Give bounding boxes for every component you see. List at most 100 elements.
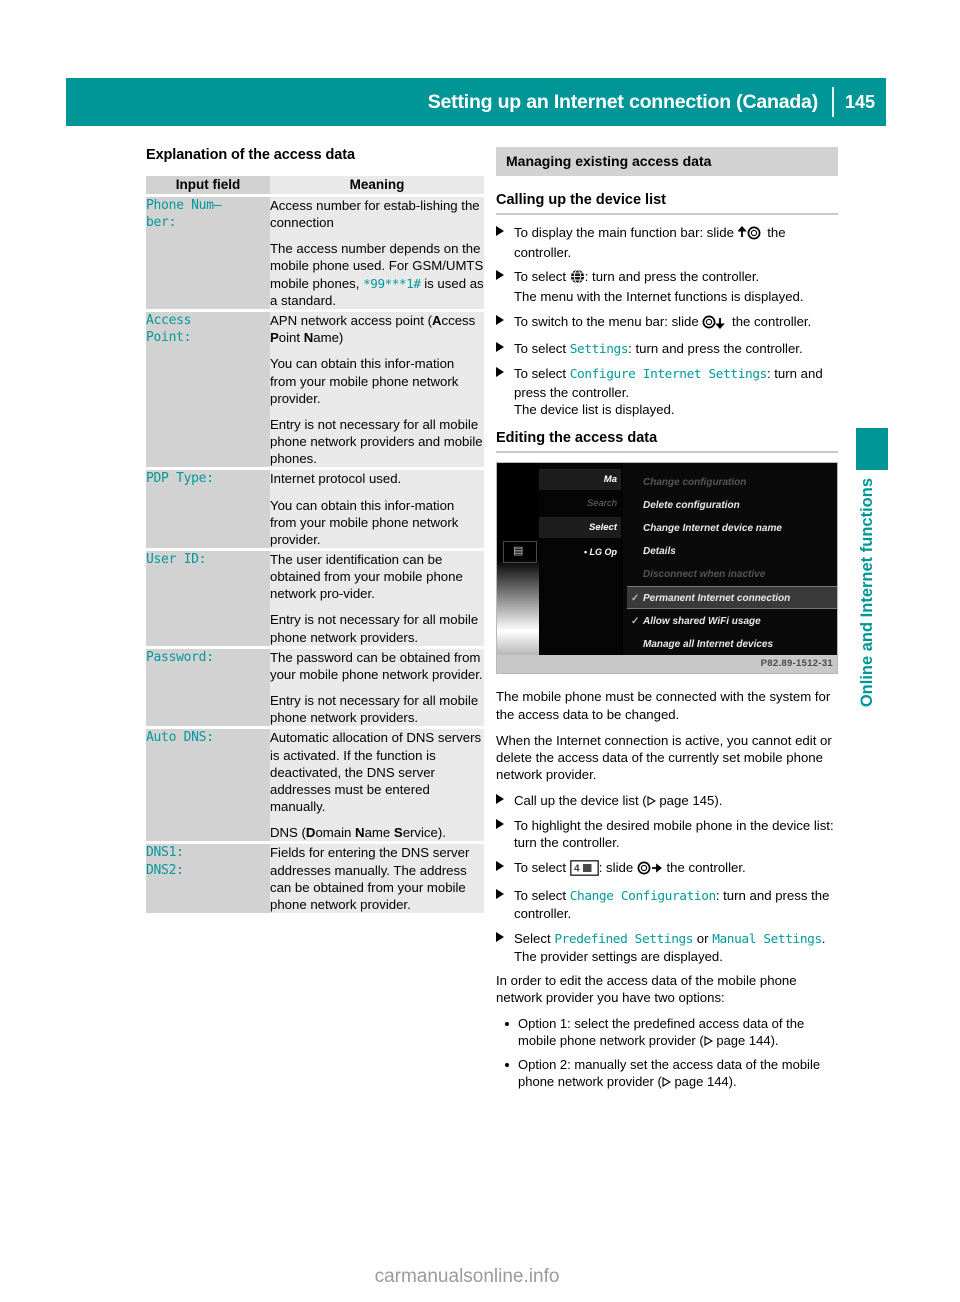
step-arrow-icon bbox=[496, 819, 504, 830]
value-paragraph: Internet protocol used. bbox=[270, 471, 402, 487]
row-key-user-id: User ID: bbox=[146, 548, 270, 648]
chapter-tab-marker bbox=[856, 428, 888, 470]
step-item: To select Configure Internet Settings: t… bbox=[496, 365, 838, 418]
row-value-pdp-type: Internet protocol used. You can obtain t… bbox=[270, 467, 484, 550]
options-list: Option 1: select the predefined access d… bbox=[496, 1016, 838, 1093]
step-arrow-icon bbox=[496, 367, 504, 378]
bullet-icon bbox=[505, 1021, 509, 1026]
subhead-calling-up-device-list: Calling up the device list bbox=[496, 192, 667, 208]
step-text: To select bbox=[514, 340, 570, 356]
chapter-tab-label: Online and Internet functions bbox=[858, 478, 876, 708]
step-text: ). bbox=[714, 793, 723, 809]
step-text: Select bbox=[514, 930, 555, 946]
table-row: Password: The password can be obtained f… bbox=[146, 645, 484, 728]
menu-item-manual-settings[interactable]: Manual Settings bbox=[712, 932, 822, 947]
subhead-editing-access-data: Editing the access data bbox=[496, 430, 658, 447]
screenshot-figure-code: P82.89-1512-31 bbox=[497, 655, 837, 674]
banner-managing-access-data: Managing existing access data bbox=[496, 147, 838, 176]
step-arrow-icon bbox=[496, 341, 504, 352]
menu-check-slot: ✓ bbox=[631, 593, 640, 605]
screenshot-context-menu: Change configuration Delete configuratio… bbox=[623, 463, 837, 658]
step-text: or bbox=[693, 930, 713, 946]
steps-calling-up-device-list: To display the main function bar: slide … bbox=[496, 224, 838, 418]
page-reference[interactable]: page 145 bbox=[659, 793, 714, 808]
key-line: Phone Num– bbox=[146, 198, 222, 213]
screenshot-row-select: Select bbox=[539, 517, 621, 539]
page-reference[interactable]: page 144 bbox=[674, 1074, 728, 1089]
row-key-auto-dns: Auto DNS: bbox=[146, 726, 270, 843]
step-subtext: The device list is displayed. bbox=[514, 402, 675, 418]
screenshot-row-ma: Ma bbox=[539, 469, 621, 491]
step-text: . bbox=[821, 930, 826, 946]
screenshot-menu-item: Manage all Internet devices bbox=[643, 639, 774, 651]
key-line: Auto DNS: bbox=[146, 730, 214, 746]
menu-item-settings[interactable]: Settings bbox=[570, 342, 629, 357]
page-header: Setting up an Internet connection (Canad… bbox=[66, 78, 886, 126]
access-data-table: Input field Meaning Phone Num– ber: Acce… bbox=[146, 176, 484, 913]
page-title: Setting up an Internet connection (Canad… bbox=[427, 90, 818, 113]
screenshot-menu-item: ✓ Allow shared WiFi usage bbox=[631, 610, 835, 633]
column-label: Input field bbox=[175, 177, 241, 192]
row-value-phone-number: Access number for estab-lishing the conn… bbox=[270, 193, 484, 311]
step-text: To select bbox=[514, 269, 570, 285]
watermark: carmanualsonline.info bbox=[374, 1266, 560, 1287]
header-divider bbox=[832, 87, 834, 117]
key-line: User ID: bbox=[146, 552, 207, 568]
menu-item-configure-internet-settings[interactable]: Configure Internet Settings bbox=[570, 367, 768, 382]
row-key-password: Password: bbox=[146, 645, 270, 728]
table-row: Phone Num– ber: Access number for estab-… bbox=[146, 193, 484, 311]
value-paragraph: Entry is not necessary for all mobile ph… bbox=[270, 612, 479, 645]
svg-text:4: 4 bbox=[574, 863, 580, 874]
value-paragraph: The access number depends on the mobile … bbox=[270, 241, 484, 308]
step-arrow-icon bbox=[496, 226, 504, 236]
option-text: ). bbox=[728, 1074, 737, 1090]
page-number: 145 bbox=[844, 91, 876, 112]
steps-editing-access-data: Call up the device list ( page 145). To … bbox=[496, 792, 838, 965]
step-arrow-icon bbox=[496, 931, 504, 942]
step-item: Select Predefined Settings or Manual Set… bbox=[496, 930, 838, 966]
device-label: LG Op bbox=[589, 547, 618, 558]
page-reference-icon bbox=[662, 1075, 671, 1092]
table-row: Auto DNS: Automatic allocation of DNS se… bbox=[146, 726, 484, 843]
value-paragraph: DNS (Domain Name Service). bbox=[270, 825, 446, 841]
screenshot-menu-item: Details bbox=[643, 546, 676, 558]
bullet-icon bbox=[505, 1063, 509, 1068]
device-list-icon: 4 bbox=[569, 859, 599, 880]
step-text: : turn and press the controller. bbox=[628, 340, 803, 356]
menu-item-predefined-settings[interactable]: Predefined Settings bbox=[554, 932, 693, 947]
key-line: Password: bbox=[146, 649, 214, 665]
step-subtext: The menu with the Internet functions is … bbox=[514, 289, 804, 305]
divider bbox=[496, 451, 838, 454]
table-header-input-field: Input field bbox=[146, 176, 270, 196]
value-paragraph: You can obtain this infor-mation from yo… bbox=[270, 497, 459, 547]
screenshot-menu-item-selected: ✓ Permanent Internet connection bbox=[627, 586, 837, 610]
step-item: To select : turn and press the controlle… bbox=[496, 268, 838, 305]
row-value-user-id: The user identification can be obtained … bbox=[270, 548, 484, 648]
screenshot-row-search: Search bbox=[586, 498, 617, 510]
table-header-row: Input field Meaning bbox=[146, 176, 484, 196]
step-subtext: The provider settings are displayed. bbox=[514, 949, 723, 965]
table-row: Access Point: APN network access point (… bbox=[146, 309, 484, 469]
step-item: To select Settings: turn and press the c… bbox=[496, 340, 838, 359]
key-line: PDP Type: bbox=[146, 471, 214, 487]
row-key-dns: DNS1: DNS2: bbox=[146, 841, 270, 913]
chapter-tab-label-holder: Online and Internet functions bbox=[858, 478, 877, 878]
value-paragraph: Entry is not necessary for all mobile ph… bbox=[270, 693, 479, 726]
controller-right-icon bbox=[637, 861, 663, 879]
key-line: Access bbox=[146, 313, 192, 329]
step-text: To display the main function bar: slide bbox=[514, 225, 738, 240]
option-item-1: Option 1: select the predefined access d… bbox=[496, 1016, 838, 1051]
row-value-access-point: APN network access point (Access Point N… bbox=[270, 309, 484, 469]
page-reference-icon bbox=[704, 1034, 713, 1051]
column-label: Meaning bbox=[349, 177, 405, 192]
step-text: To highlight the desired mobile phone in… bbox=[514, 818, 834, 851]
page-reference[interactable]: page 144 bbox=[716, 1033, 770, 1048]
key-line: ber: bbox=[146, 215, 177, 231]
menu-item-change-configuration[interactable]: Change Configuration bbox=[570, 889, 716, 904]
step-arrow-icon bbox=[496, 888, 504, 899]
row-key-access-point: Access Point: bbox=[146, 309, 270, 469]
step-text: To select bbox=[514, 859, 570, 875]
step-text: the controller. bbox=[662, 859, 746, 875]
step-text: Call up the device list ( bbox=[514, 793, 647, 809]
value-paragraph: The user identification can be obtained … bbox=[270, 552, 463, 602]
